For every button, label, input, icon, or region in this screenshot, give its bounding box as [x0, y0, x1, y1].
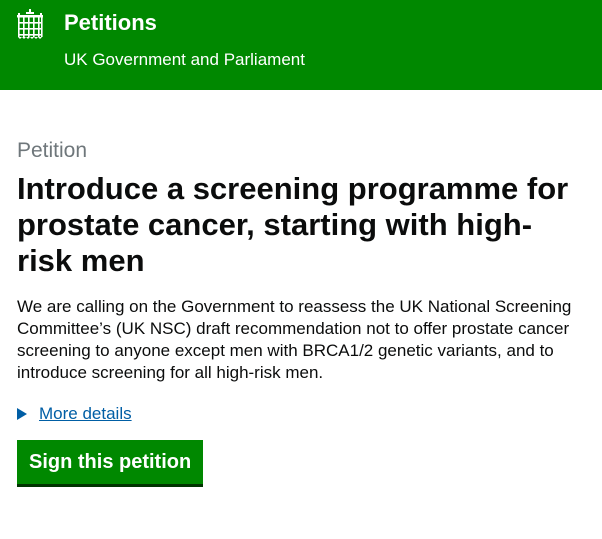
site-header: Petitions UK Government and Parliament: [0, 0, 602, 90]
sign-petition-button[interactable]: Sign this petition: [17, 440, 204, 484]
petition-summary: We are calling on the Government to reas…: [17, 297, 572, 382]
site-subtitle: UK Government and Parliament: [64, 50, 305, 69]
petition-title: Introduce a screening programme for pros…: [17, 171, 569, 278]
more-details-link[interactable]: More details: [39, 403, 132, 425]
portcullis-icon[interactable]: [17, 9, 43, 39]
more-details-toggle[interactable]: More details: [17, 403, 132, 425]
site-title-link[interactable]: Petitions: [64, 9, 157, 37]
page-caption: Petition: [17, 139, 88, 162]
triangle-right-icon: [17, 408, 27, 420]
